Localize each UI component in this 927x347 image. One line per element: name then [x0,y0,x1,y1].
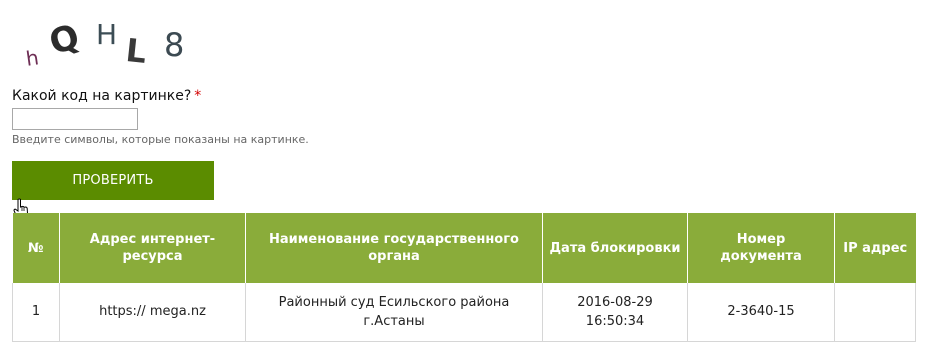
captcha-char: h [24,45,41,71]
column-header-block-date: Дата блокировки [542,213,688,283]
required-mark: * [194,88,202,104]
captcha-input[interactable] [12,108,138,130]
captcha-char: Q [44,16,85,64]
column-header-document-number: Номер документа [687,213,835,283]
captcha-question-text: Какой код на картинке? [12,88,192,104]
page: h Q H L 8 Какой код на картинке? * Введит… [0,0,927,347]
check-button[interactable]: ПРОВЕРИТЬ [12,161,214,200]
blocked-resources-table: № Адрес интернет-ресурса Наименование го… [12,213,916,342]
column-header-number: № [12,213,60,283]
column-header-authority-name: Наименование государственного органа [245,213,543,283]
cell-ip-address [834,283,916,342]
captcha-char: 8 [164,26,185,64]
column-header-ip-address: IP адрес [834,213,916,283]
captcha-char: H [96,18,118,51]
captcha-question-label: Какой код на картинке? * [12,88,201,104]
cell-block-date: 2016-08-29 16:50:34 [542,283,688,342]
cell-number: 1 [12,283,60,342]
cell-document-number: 2-3640-15 [687,283,835,342]
captcha-char: L [124,31,149,71]
cell-resource-address: https:// mega.nz [59,283,246,342]
captcha-image: h Q H L 8 [14,12,204,72]
table-row: 1 https:// mega.nz Районный суд Есильско… [12,283,916,342]
column-header-resource-address: Адрес интернет-ресурса [59,213,246,283]
table-header-row: № Адрес интернет-ресурса Наименование го… [12,213,916,283]
captcha-hint: Введите символы, которые показаны на кар… [12,133,309,146]
cell-authority-name: Районный суд Есильского района г.Астаны [245,283,543,342]
